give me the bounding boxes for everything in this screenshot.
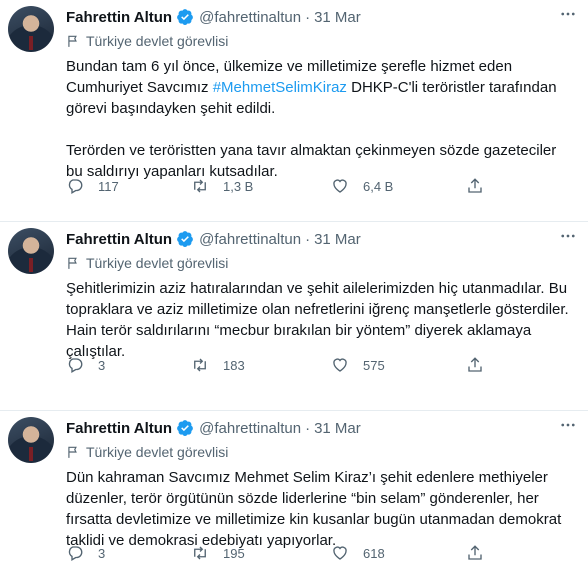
heart-icon <box>333 358 347 372</box>
avatar[interactable] <box>8 417 54 463</box>
share-icon <box>468 178 482 193</box>
author-name[interactable]: Fahrettin Altun <box>66 9 172 26</box>
text-segment: Dün kahraman Savcımız Mehmet Selim Kiraz… <box>66 469 562 549</box>
like-button[interactable]: 6,4 B <box>331 177 393 195</box>
verified-badge-icon <box>177 9 193 26</box>
retweet-count: 1,3 B <box>223 178 254 194</box>
retweet-icon <box>194 179 206 193</box>
share-icon <box>468 545 482 560</box>
author-name[interactable]: Fahrettin Altun <box>66 231 172 248</box>
tweet-header: Fahrettin Altun @fahrettinaltun · 31 Mar <box>66 8 361 26</box>
tweet-header: Fahrettin Altun @fahrettinaltun · 31 Mar <box>66 230 361 248</box>
retweet-icon <box>194 546 206 560</box>
tweet[interactable]: Fahrettin Altun @fahrettinaltun · 31 Mar… <box>0 411 588 577</box>
tweet-text: Bundan tam 6 yıl önce, ülkemize ve mille… <box>66 56 571 182</box>
tweet[interactable]: Fahrettin Altun @fahrettinaltun · 31 Mar… <box>0 0 588 222</box>
tweet-paragraph: Şehitlerimizin aziz hatıralarından ve şe… <box>66 278 571 362</box>
tweet-date[interactable]: 31 Mar <box>314 231 361 248</box>
share-button[interactable] <box>466 177 484 195</box>
reply-icon <box>68 546 83 561</box>
text-segment: Şehitlerimizin aziz hatıralarından ve şe… <box>66 280 569 360</box>
more-dots-icon[interactable] <box>556 415 580 435</box>
verified-badge-icon <box>177 231 193 248</box>
retweet-icon <box>194 358 206 372</box>
reply-button[interactable]: 3 <box>66 544 105 562</box>
flag-icon <box>68 446 77 458</box>
account-label-text: Türkiye devlet görevlisi <box>86 444 229 460</box>
tweet-header: Fahrettin Altun @fahrettinaltun · 31 Mar <box>66 419 361 437</box>
author-handle[interactable]: @fahrettinaltun <box>199 231 301 248</box>
separator: · <box>305 8 311 26</box>
reply-icon <box>68 358 83 373</box>
more-dots-icon[interactable] <box>556 4 580 24</box>
like-count: 6,4 B <box>363 178 394 194</box>
flag-icon <box>68 35 77 47</box>
account-label[interactable]: Türkiye devlet görevlisi <box>66 255 228 271</box>
more-dots-icon[interactable] <box>556 226 580 246</box>
share-button[interactable] <box>466 544 484 562</box>
text-segment: Terörden ve teröristten yana tavır almak… <box>66 142 557 180</box>
reply-button[interactable]: 3 <box>66 356 105 374</box>
tweet-text: Şehitlerimizin aziz hatıralarından ve şe… <box>66 278 571 362</box>
flag-icon <box>68 257 77 269</box>
retweet-count: 195 <box>223 545 245 561</box>
hashtag-link[interactable]: #MehmetSelimKiraz <box>213 79 347 96</box>
heart-icon <box>333 546 347 560</box>
retweet-button[interactable]: 183 <box>191 356 245 374</box>
verified-badge-icon <box>177 420 193 437</box>
tweet-paragraph: Dün kahraman Savcımız Mehmet Selim Kiraz… <box>66 467 571 551</box>
reply-button[interactable]: 117 <box>66 177 119 195</box>
tweet-paragraph: Bundan tam 6 yıl önce, ülkemize ve mille… <box>66 56 571 119</box>
avatar[interactable] <box>8 228 54 274</box>
tweet-date[interactable]: 31 Mar <box>314 420 361 437</box>
account-label-text: Türkiye devlet görevlisi <box>86 255 229 271</box>
tweet-text: Dün kahraman Savcımız Mehmet Selim Kiraz… <box>66 467 571 551</box>
like-button[interactable]: 575 <box>331 356 385 374</box>
author-name[interactable]: Fahrettin Altun <box>66 420 172 437</box>
retweet-button[interactable]: 1,3 B <box>191 177 253 195</box>
reply-count: 117 <box>98 178 119 194</box>
separator: · <box>305 230 311 248</box>
reply-count: 3 <box>98 545 106 561</box>
account-label-text: Türkiye devlet görevlisi <box>86 33 229 49</box>
like-count: 575 <box>363 357 385 373</box>
heart-icon <box>333 179 347 193</box>
share-button[interactable] <box>466 356 484 374</box>
like-button[interactable]: 618 <box>331 544 385 562</box>
tweet[interactable]: Fahrettin Altun @fahrettinaltun · 31 Mar… <box>0 222 588 411</box>
tweet-date[interactable]: 31 Mar <box>314 9 361 26</box>
tweet-feed: Fahrettin Altun @fahrettinaltun · 31 Mar… <box>0 0 588 577</box>
retweet-count: 183 <box>223 357 245 373</box>
reply-icon <box>68 179 83 194</box>
author-handle[interactable]: @fahrettinaltun <box>199 420 301 437</box>
retweet-button[interactable]: 195 <box>191 544 245 562</box>
account-label[interactable]: Türkiye devlet görevlisi <box>66 33 228 49</box>
reply-count: 3 <box>98 357 106 373</box>
share-icon <box>468 357 482 372</box>
author-handle[interactable]: @fahrettinaltun <box>199 9 301 26</box>
like-count: 618 <box>363 545 385 561</box>
account-label[interactable]: Türkiye devlet görevlisi <box>66 444 228 460</box>
avatar[interactable] <box>8 6 54 52</box>
separator: · <box>305 419 311 437</box>
tweet-paragraph: Terörden ve teröristten yana tavır almak… <box>66 140 571 182</box>
